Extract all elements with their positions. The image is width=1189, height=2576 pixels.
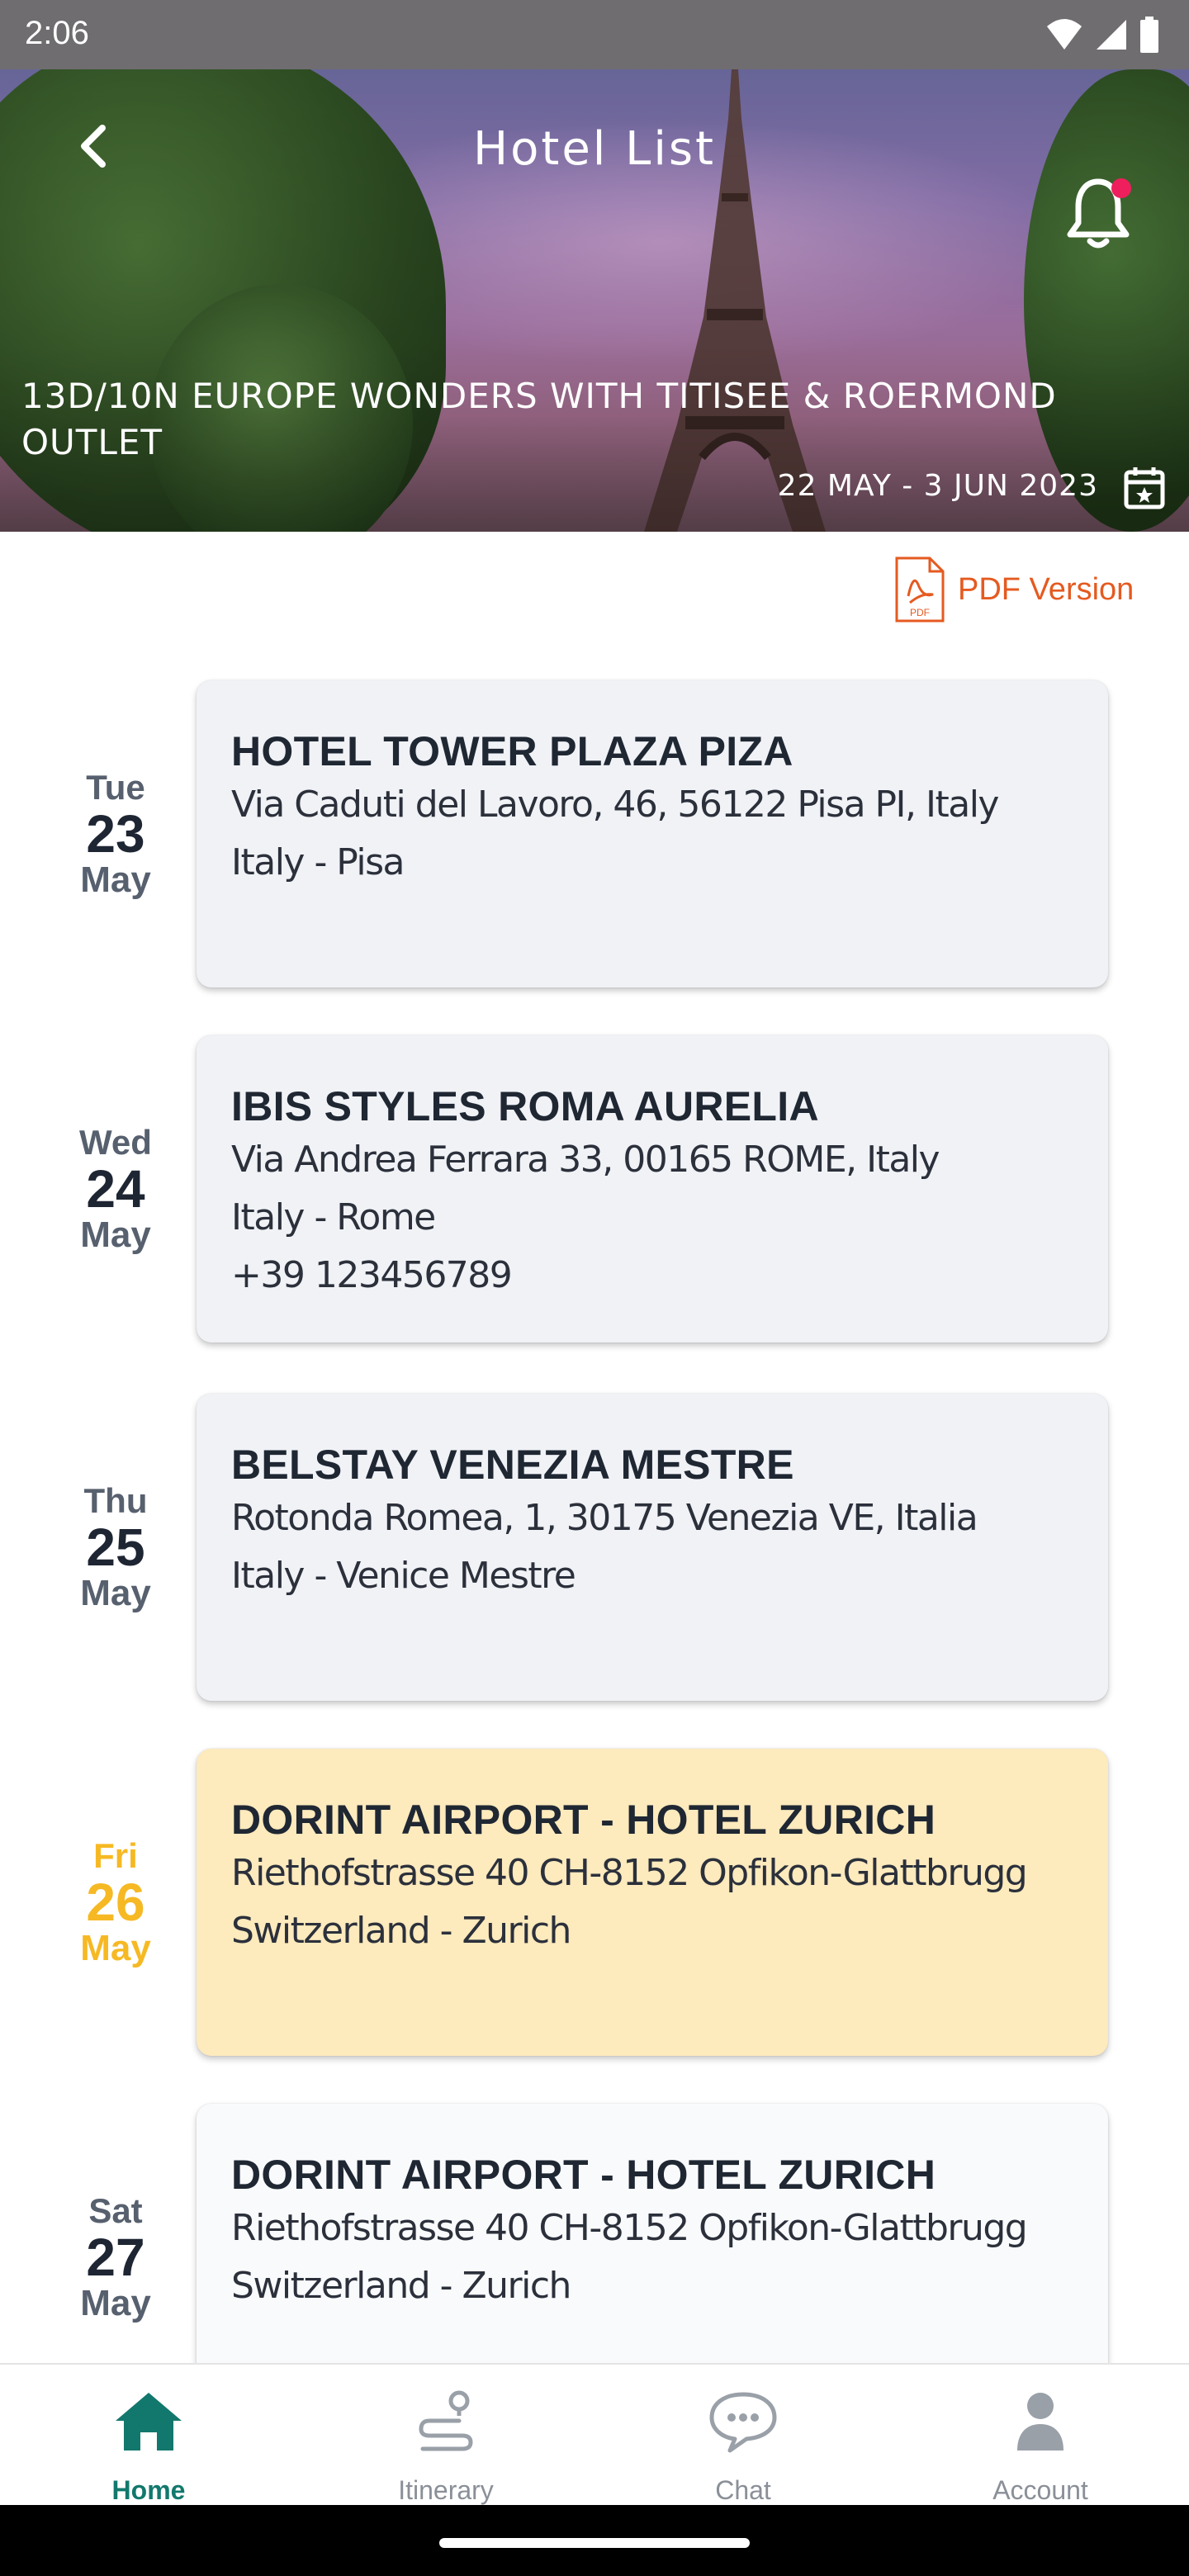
hotel-name: DORINT AIRPORT - HOTEL ZURICH xyxy=(231,2152,936,2198)
month-label: May xyxy=(80,1215,151,1255)
nav-label: Home xyxy=(111,2475,186,2505)
nav-label: Itinerary xyxy=(398,2475,494,2505)
nav-itinerary[interactable]: Itinerary xyxy=(297,2365,594,2507)
day-of-week: Fri xyxy=(93,1836,138,1875)
system-gesture-bar xyxy=(0,2505,1189,2576)
hotel-row-current: Fri 26 May DORINT AIRPORT - HOTEL ZURICH… xyxy=(0,1749,1189,2059)
hotel-address: Rotonda Romea, 1, 30175 Venezia VE, Ital… xyxy=(231,1497,978,1539)
svg-text:PDF: PDF xyxy=(910,607,930,618)
bottom-navigation: Home Itinerary Chat Account xyxy=(0,2363,1189,2505)
notifications-button[interactable] xyxy=(1057,172,1139,254)
hotel-name: IBIS STYLES ROMA AURELIA xyxy=(231,1083,819,1129)
hotel-row: Thu 25 May BELSTAY VENEZIA MESTRE Rotond… xyxy=(0,1394,1189,1704)
date-label: Thu 25 May xyxy=(58,1481,173,1613)
hotel-name: HOTEL TOWER PLAZA PIZA xyxy=(231,728,793,774)
status-bar: 2:06 xyxy=(0,0,1189,69)
hotel-location: Switzerland - Zurich xyxy=(231,1910,571,1952)
nav-home[interactable]: Home xyxy=(0,2365,297,2507)
day-of-week: Thu xyxy=(83,1481,148,1520)
route-icon xyxy=(419,2390,473,2451)
day-number: 23 xyxy=(86,804,145,864)
hotel-address: Via Andrea Ferrara 33, 00165 ROME, Italy xyxy=(231,1139,940,1181)
hotel-name: BELSTAY VENEZIA MESTRE xyxy=(231,1442,794,1488)
day-of-week: Sat xyxy=(88,2191,143,2230)
nav-account[interactable]: Account xyxy=(892,2365,1189,2507)
hotel-row: Wed 24 May IBIS STYLES ROMA AURELIA Via … xyxy=(0,1035,1189,1346)
hotel-address: Riethofstrasse 40 CH-8152 Opfikon-Glattb… xyxy=(231,2207,1028,2249)
chat-icon xyxy=(709,2392,777,2453)
signal-icon xyxy=(1097,20,1126,50)
hotel-location: Italy - Pisa xyxy=(231,841,405,883)
hotel-address: Via Caduti del Lavoro, 46, 56122 Pisa PI… xyxy=(231,784,999,826)
hotel-location: Switzerland - Zurich xyxy=(231,2265,571,2307)
nav-chat[interactable]: Chat xyxy=(594,2365,892,2507)
pdf-version-link[interactable]: PDF PDF Version xyxy=(893,555,1134,624)
nav-label: Chat xyxy=(715,2475,771,2505)
date-label: Sat 27 May xyxy=(58,2191,173,2323)
hotel-address: Riethofstrasse 40 CH-8152 Opfikon-Glattb… xyxy=(231,1852,1028,1894)
date-label: Fri 26 May xyxy=(58,1836,173,1968)
hotel-row: Tue 23 May HOTEL TOWER PLAZA PIZA Via Ca… xyxy=(0,680,1189,991)
pdf-version-label: PDF Version xyxy=(958,571,1135,607)
day-number: 26 xyxy=(86,1873,145,1932)
tour-title: 13D/10N EUROPE WONDERS WITH TITISEE & RO… xyxy=(21,376,1057,462)
calendar-icon[interactable] xyxy=(1123,464,1166,510)
month-label: May xyxy=(80,1928,151,1968)
day-number: 27 xyxy=(86,2228,145,2287)
date-label: Wed 24 May xyxy=(58,1123,173,1255)
hotel-location: Italy - Rome xyxy=(231,1196,436,1238)
month-label: May xyxy=(80,2283,151,2323)
hotel-phone[interactable]: +39 123456789 xyxy=(231,1247,1073,1305)
month-label: May xyxy=(80,859,151,900)
page-title: Hotel List xyxy=(472,122,717,176)
status-icons xyxy=(1045,17,1159,53)
hotel-name: DORINT AIRPORT - HOTEL ZURICH xyxy=(231,1797,936,1843)
hotel-card-highlighted[interactable]: DORINT AIRPORT - HOTEL ZURICH Riethofstr… xyxy=(197,1749,1108,2056)
hotel-card[interactable]: HOTEL TOWER PLAZA PIZA Via Caduti del La… xyxy=(197,680,1108,987)
tour-dates: 22 MAY - 3 JUN 2023 xyxy=(777,469,1098,503)
month-label: May xyxy=(80,1573,151,1613)
nav-label: Account xyxy=(992,2475,1088,2505)
date-label: Tue 23 May xyxy=(58,768,173,900)
notification-dot xyxy=(1111,178,1131,198)
day-number: 24 xyxy=(86,1159,145,1219)
day-of-week: Wed xyxy=(79,1123,152,1162)
home-icon xyxy=(116,2393,182,2451)
battery-icon xyxy=(1140,17,1158,53)
hotel-location: Italy - Venice Mestre xyxy=(231,1555,576,1597)
day-number: 25 xyxy=(86,1518,145,1577)
hotel-card[interactable]: BELSTAY VENEZIA MESTRE Rotonda Romea, 1,… xyxy=(197,1394,1108,1701)
hotel-card[interactable]: IBIS STYLES ROMA AURELIA Via Andrea Ferr… xyxy=(197,1035,1108,1342)
wifi-icon xyxy=(1047,19,1082,50)
home-gesture-handle[interactable] xyxy=(439,2538,750,2548)
day-of-week: Tue xyxy=(86,768,145,807)
status-time: 2:06 xyxy=(25,15,89,51)
pdf-file-icon: PDF xyxy=(895,556,945,623)
account-icon xyxy=(1017,2393,1063,2451)
